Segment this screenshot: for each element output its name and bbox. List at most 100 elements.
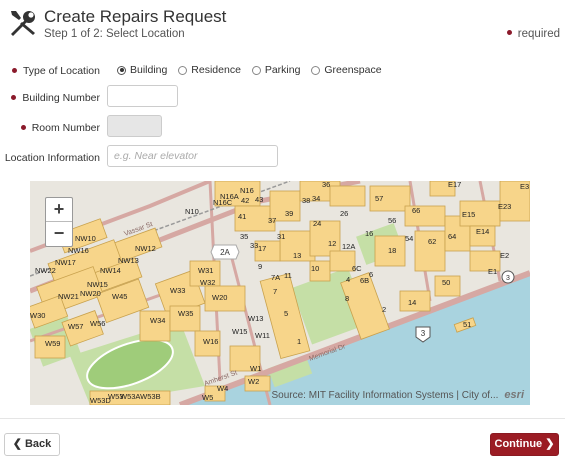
svg-text:51: 51 — [463, 320, 471, 329]
required-dot-icon — [506, 30, 512, 36]
location-info-row: Location Information — [0, 145, 565, 169]
svg-text:NW13: NW13 — [118, 256, 139, 265]
svg-text:NW22: NW22 — [35, 266, 56, 275]
svg-text:N10: N10 — [185, 207, 199, 216]
required-legend-label: required — [517, 28, 560, 40]
svg-text:56: 56 — [388, 216, 396, 225]
zoom-out-button[interactable]: − — [46, 222, 72, 245]
chevron-left-icon: ❮ — [12, 438, 25, 450]
radio-label: Residence — [191, 64, 241, 76]
svg-text:W33: W33 — [170, 286, 185, 295]
attribution-text: Source: MIT Facility Information Systems… — [271, 390, 499, 401]
svg-text:34: 34 — [312, 194, 320, 203]
required-dot-icon — [11, 67, 17, 73]
esri-logo: esri — [504, 389, 524, 401]
map-canvas[interactable]: 2A 3 3 Vassar St Amherst St Memorial Dr … — [30, 181, 530, 405]
svg-text:50: 50 — [442, 278, 450, 287]
location-info-input[interactable]: e.g. Near elevator — [107, 145, 278, 167]
footer-divider — [0, 418, 565, 419]
map-attribution: Source: MIT Facility Information Systems… — [272, 389, 525, 401]
page-title: Create Repairs Request — [44, 7, 227, 26]
svg-text:9: 9 — [258, 262, 262, 271]
svg-text:NW12: NW12 — [135, 244, 156, 253]
svg-text:W1: W1 — [250, 364, 261, 373]
svg-text:26: 26 — [340, 209, 348, 218]
svg-text:W57: W57 — [68, 322, 83, 331]
svg-text:24: 24 — [313, 219, 321, 228]
svg-text:38: 38 — [302, 196, 310, 205]
chevron-right-icon: ❯ — [542, 438, 555, 450]
building-number-input[interactable] — [107, 85, 178, 107]
radio-greenspace[interactable]: Greenspace — [311, 64, 382, 76]
svg-text:35: 35 — [240, 232, 248, 241]
svg-text:NW16: NW16 — [68, 246, 89, 255]
building-number-row: Building Number — [0, 85, 565, 109]
radio-residence[interactable]: Residence — [178, 64, 241, 76]
continue-button[interactable]: Continue ❯ — [490, 433, 559, 456]
radio-circle[interactable] — [251, 65, 261, 75]
svg-text:N16: N16 — [240, 186, 254, 195]
svg-text:62: 62 — [428, 237, 436, 246]
building-number-label: Building Number — [11, 92, 100, 104]
step-indicator: Step 1 of 2: Select Location — [44, 28, 185, 40]
svg-text:NW20: NW20 — [80, 289, 101, 298]
location-type-radio-group: Building Residence Parking Greenspace — [117, 64, 390, 78]
svg-text:41: 41 — [238, 212, 246, 221]
svg-text:W56: W56 — [90, 319, 105, 328]
room-number-input[interactable] — [107, 115, 162, 137]
svg-text:12: 12 — [328, 239, 336, 248]
radio-building[interactable]: Building — [117, 64, 167, 76]
svg-text:W13: W13 — [248, 314, 263, 323]
svg-text:39: 39 — [285, 209, 293, 218]
svg-text:57: 57 — [375, 194, 383, 203]
svg-text:W11: W11 — [255, 331, 270, 340]
svg-text:E15: E15 — [462, 210, 475, 219]
svg-text:NW10: NW10 — [75, 234, 96, 243]
svg-text:8: 8 — [345, 294, 349, 303]
svg-text:NW17: NW17 — [55, 258, 76, 267]
svg-text:14: 14 — [408, 298, 416, 307]
svg-text:W16: W16 — [203, 337, 218, 346]
radio-parking[interactable]: Parking — [251, 64, 300, 76]
location-type-row: Type of Location Building Residence Park… — [0, 60, 565, 84]
svg-text:N16C: N16C — [213, 198, 233, 207]
svg-text:NW14: NW14 — [100, 266, 121, 275]
svg-text:43: 43 — [255, 195, 263, 204]
svg-text:42: 42 — [241, 196, 249, 205]
svg-text:NW21: NW21 — [58, 292, 79, 301]
location-type-label: Type of Location — [11, 65, 100, 77]
svg-text:W53AW53B: W53AW53B — [120, 392, 161, 401]
svg-text:6: 6 — [369, 270, 373, 279]
svg-text:11: 11 — [284, 271, 292, 280]
back-button[interactable]: ❮ Back — [4, 433, 60, 456]
svg-text:W4: W4 — [217, 384, 228, 393]
svg-text:1: 1 — [297, 337, 301, 346]
radio-circle[interactable] — [311, 65, 321, 75]
svg-text:10: 10 — [311, 264, 319, 273]
radio-circle[interactable] — [117, 65, 126, 75]
svg-text:E3: E3 — [520, 182, 529, 191]
svg-text:E23: E23 — [498, 202, 511, 211]
svg-text:4: 4 — [346, 275, 350, 284]
svg-text:W15: W15 — [232, 327, 247, 336]
campus-map[interactable]: 2A 3 3 Vassar St Amherst St Memorial Dr … — [30, 181, 530, 405]
svg-text:54: 54 — [405, 234, 413, 243]
svg-text:3: 3 — [506, 275, 510, 282]
svg-text:E17: E17 — [448, 181, 461, 189]
svg-text:66: 66 — [412, 206, 420, 215]
zoom-in-button[interactable]: + — [46, 198, 72, 222]
svg-text:12A: 12A — [342, 242, 355, 251]
radio-circle[interactable] — [178, 65, 188, 75]
svg-text:W59: W59 — [45, 339, 60, 348]
svg-text:W32: W32 — [200, 278, 215, 287]
svg-text:W20: W20 — [212, 293, 227, 302]
svg-text:W2: W2 — [248, 377, 259, 386]
svg-text:64: 64 — [448, 232, 456, 241]
svg-text:17: 17 — [258, 244, 266, 253]
required-dot-icon — [20, 124, 26, 130]
svg-text:16: 16 — [365, 229, 373, 238]
svg-text:W5: W5 — [202, 393, 213, 402]
svg-text:W30: W30 — [30, 311, 45, 320]
svg-text:37: 37 — [268, 216, 276, 225]
svg-text:31: 31 — [277, 232, 285, 241]
